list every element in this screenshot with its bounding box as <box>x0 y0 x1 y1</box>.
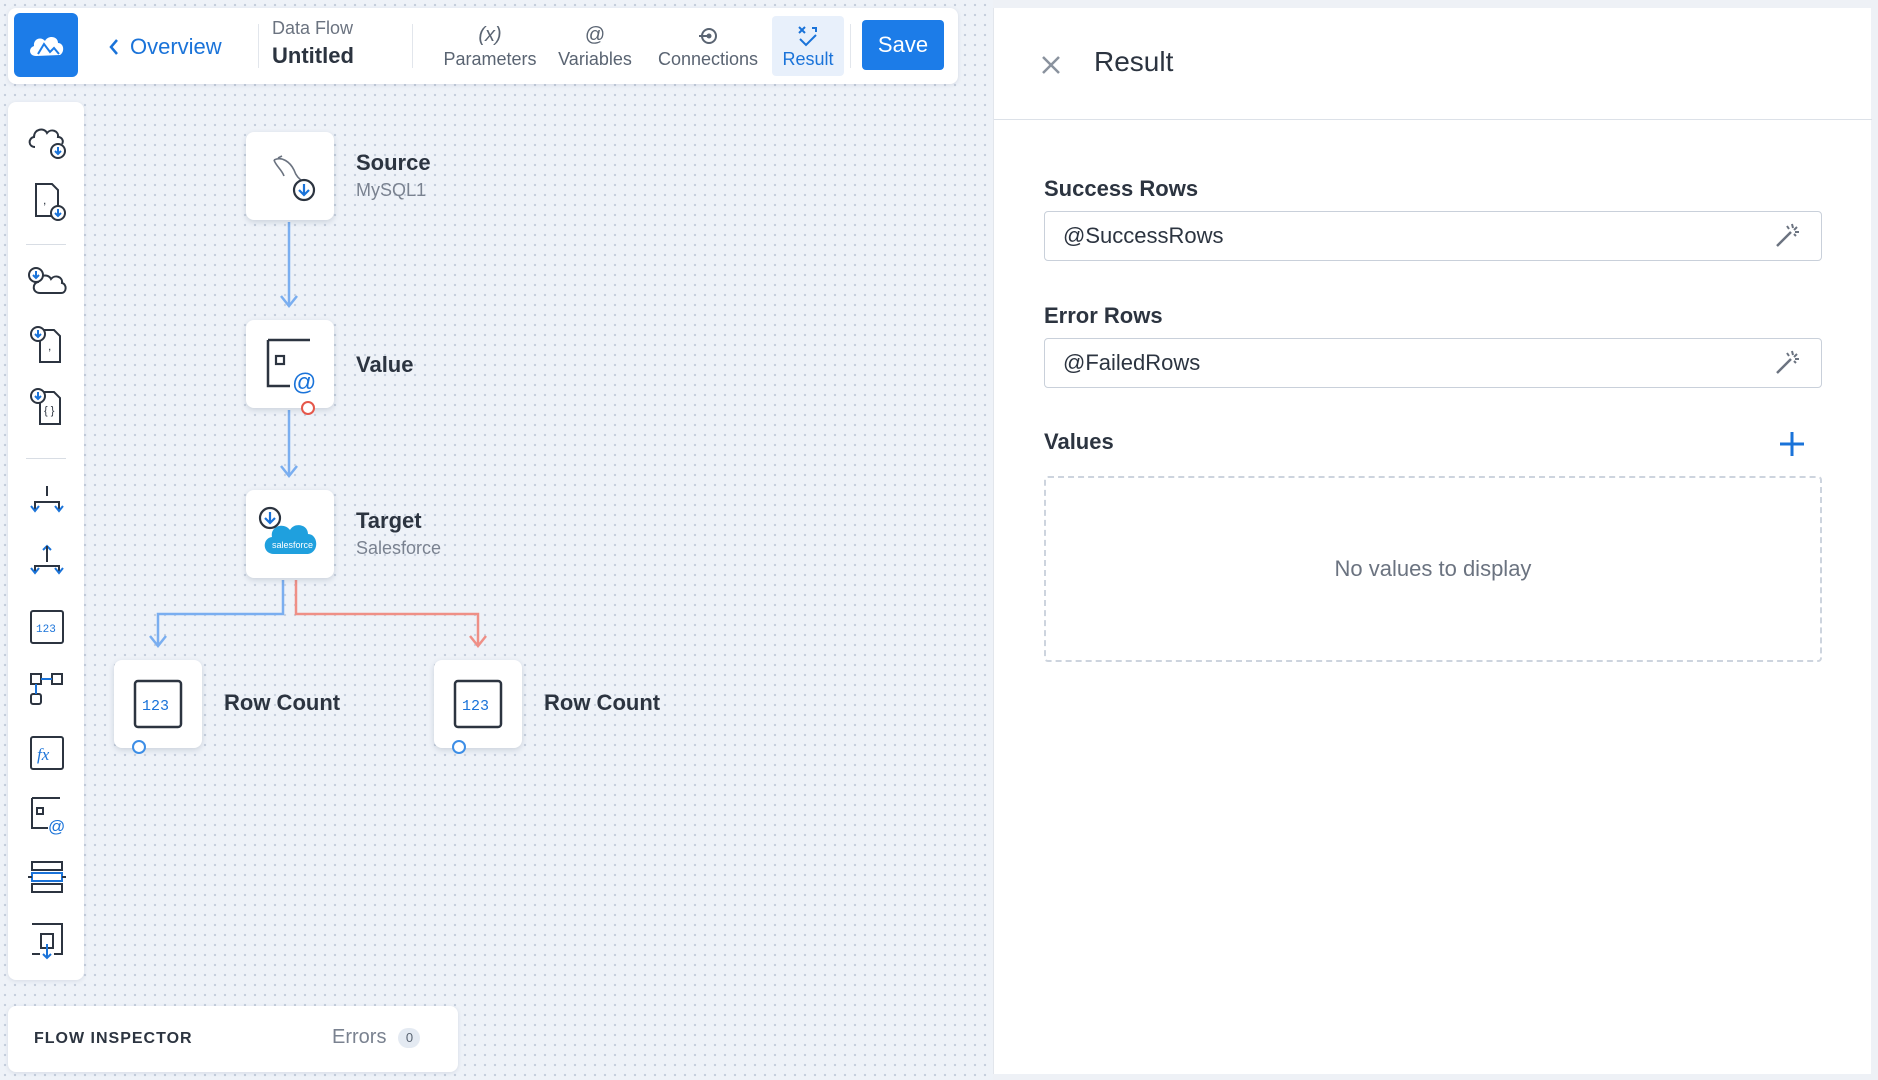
split-icon[interactable] <box>26 480 68 522</box>
svg-text:fx: fx <box>37 745 50 764</box>
merge-icon[interactable] <box>26 542 68 584</box>
svg-text:123: 123 <box>462 698 489 715</box>
row-count-icon: 123 <box>133 679 183 729</box>
magic-wand-icon[interactable] <box>1772 221 1802 251</box>
divider <box>850 24 851 68</box>
flow-inspector-title: FLOW INSPECTOR <box>34 1030 193 1047</box>
flow-connectors <box>149 222 487 649</box>
success-rows-input[interactable] <box>1044 211 1822 261</box>
svg-text:@: @ <box>48 817 65 836</box>
result-button[interactable]: Result <box>772 16 844 76</box>
target-node-subtitle: Salesforce <box>356 538 442 558</box>
parameters-icon: (x) <box>478 24 502 46</box>
component-palette: , , { } 123 fx @ <box>8 102 84 980</box>
values-label: Values <box>1044 429 1114 454</box>
errors-count-badge: 0 <box>398 1027 421 1048</box>
error-rows-input[interactable] <box>1044 338 1822 388</box>
svg-text:123: 123 <box>36 624 56 636</box>
variables-label: Variables <box>558 48 632 69</box>
value-icon: @ <box>266 338 316 394</box>
lookup-icon[interactable] <box>26 668 68 710</box>
result-panel: Result Success Rows Error Rows Values No… <box>993 8 1872 1074</box>
json-target-icon[interactable]: { } <box>26 386 68 428</box>
values-empty-state: No values to display <box>1044 476 1822 662</box>
connections-button[interactable]: Connections <box>646 16 770 76</box>
empty-state-text: No values to display <box>1334 556 1532 581</box>
source-node-label: Source <box>356 150 431 175</box>
value-node[interactable]: @ <box>246 320 334 408</box>
error-rows-label: Error Rows <box>1044 303 1163 328</box>
source-node-subtitle: MySQL1 <box>356 180 427 200</box>
source-node[interactable] <box>246 132 334 220</box>
errors-label: Errors <box>332 1026 387 1048</box>
row-count-1-label: Row Count <box>224 690 341 715</box>
document-name[interactable]: Untitled <box>272 43 354 69</box>
close-icon[interactable] <box>1038 52 1064 78</box>
row-count-node-1[interactable]: 123 <box>114 660 202 748</box>
add-value-icon[interactable] <box>1776 428 1808 460</box>
row-count-icon: 123 <box>453 679 503 729</box>
parameters-label: Parameters <box>443 48 537 69</box>
row-count-icon[interactable]: 123 <box>26 606 68 648</box>
flow-canvas[interactable]: Overview Data Flow Untitled (x) Paramete… <box>0 0 993 1080</box>
panel-header: Result <box>994 8 1872 120</box>
palette-divider <box>26 458 66 459</box>
back-link-label: Overview <box>130 34 222 59</box>
connections-label: Connections <box>657 48 759 69</box>
flow-inspector[interactable]: FLOW INSPECTOR Errors 0 <box>8 1006 458 1072</box>
salesforce-target-icon: salesforce <box>258 506 317 554</box>
row-count-1-port[interactable] <box>132 740 146 754</box>
cloud-target-icon[interactable] <box>26 262 68 304</box>
document-type: Data Flow <box>272 18 354 38</box>
file-export-icon[interactable] <box>26 920 68 962</box>
svg-text:salesforce: salesforce <box>272 540 313 550</box>
errors-toggle[interactable]: Errors 0 <box>332 1026 421 1049</box>
expression-icon[interactable]: fx <box>26 732 68 774</box>
connector-target-rowcount1 <box>156 580 285 644</box>
file-source-icon[interactable]: , <box>26 180 68 222</box>
document-info: Data Flow Untitled <box>272 18 354 69</box>
target-node[interactable]: salesforce <box>246 490 334 578</box>
panel-title: Result <box>1094 46 1174 77</box>
divider <box>258 24 259 68</box>
variables-button[interactable]: @ Variables <box>550 16 640 76</box>
result-icon <box>795 23 821 49</box>
variables-icon: @ <box>584 24 606 46</box>
value-icon[interactable]: @ <box>26 794 68 836</box>
value-node-label: Value <box>356 352 414 377</box>
parameters-button[interactable]: (x) Parameters <box>432 16 548 76</box>
top-toolbar: Overview Data Flow Untitled (x) Paramete… <box>8 8 958 84</box>
result-label: Result <box>782 48 834 69</box>
svg-text:,: , <box>43 193 46 207</box>
magic-wand-icon[interactable] <box>1772 348 1802 378</box>
svg-text:,: , <box>48 339 51 353</box>
row-count-2-port[interactable] <box>452 740 466 754</box>
connector-target-rowcount2 <box>294 580 480 644</box>
value-error-port[interactable] <box>301 401 315 415</box>
palette-divider <box>26 244 66 245</box>
divider <box>412 24 413 68</box>
svg-text:{ }: { } <box>44 405 55 417</box>
cloud-logo-icon[interactable] <box>14 13 78 77</box>
svg-text:123: 123 <box>142 698 169 715</box>
target-node-label: Target <box>356 508 422 533</box>
save-button[interactable]: Save <box>862 20 944 70</box>
chevron-left-icon <box>109 39 118 55</box>
success-rows-label: Success Rows <box>1044 176 1199 201</box>
buffer-icon[interactable] <box>26 856 68 898</box>
cloud-source-icon[interactable] <box>26 120 68 162</box>
row-count-2-label: Row Count <box>544 690 661 715</box>
file-target-icon[interactable]: , <box>26 324 68 366</box>
connections-icon <box>697 23 719 49</box>
mysql-source-icon <box>273 155 316 202</box>
overview-back-link[interactable]: Overview <box>108 34 222 60</box>
row-count-node-2[interactable]: 123 <box>434 660 522 748</box>
svg-text:@: @ <box>292 369 316 394</box>
